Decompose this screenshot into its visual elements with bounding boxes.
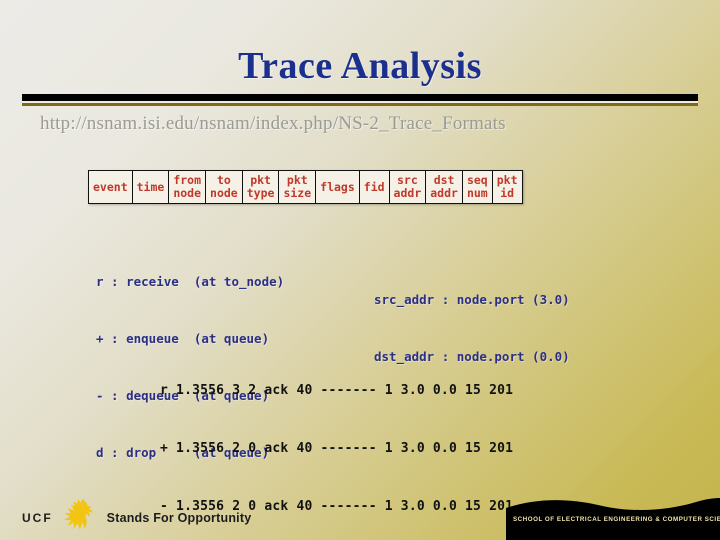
cell-line-2: type (246, 186, 275, 200)
cell-line-2: addr (430, 186, 458, 200)
table-cell-dst-addr: dst addr (425, 170, 463, 204)
cell-line-2: addr (393, 186, 422, 200)
eecs-label: SCHOOL OF ELECTRICAL ENGINEERING & COMPU… (513, 516, 720, 523)
source-url[interactable]: http://nsnam.isi.edu/nsnam/index.php/NS-… (40, 113, 680, 135)
trace-format-table: event time from node to node pkt type pkt si… (88, 170, 523, 204)
legend-row-src-addr: src_addr : node.port (3.0) (374, 292, 570, 307)
cell-line-1: fid (363, 179, 385, 194)
table-cell-fid: fid (358, 170, 390, 204)
table-cell-to-node: to node (205, 170, 243, 204)
title-divider (22, 94, 698, 106)
table-cell-seq-num: seq num (461, 170, 493, 204)
legend-row-receive: r : receive (at to_node) (96, 274, 285, 289)
ucf-tagline: Stands For Opportunity (106, 511, 252, 525)
table-cell-flags: flags (315, 170, 360, 204)
divider-black-bar (22, 94, 698, 101)
page-title: Trace Analysis (238, 45, 482, 87)
cell-line-1: to (216, 173, 231, 187)
table-cell-src-addr: src addr (388, 170, 427, 204)
cell-line-1: pkt (250, 173, 271, 187)
title-area: Trace Analysis (0, 44, 720, 88)
cell-line-1: from (173, 173, 202, 187)
table-cell-time: time (131, 170, 170, 204)
cell-line-2: node (210, 186, 238, 200)
cell-line-2: node (173, 186, 202, 200)
trace-line: r 1.3556 3 2 ack 40 ------- 1 3.0 0.0 15… (160, 383, 514, 399)
cell-line-1: event (93, 179, 128, 194)
trace-line: + 1.3556 2 0 ack 40 ------- 1 3.0 0.0 15… (160, 441, 514, 457)
slide-canvas: Trace Analysis http://nsnam.isi.edu/nsna… (0, 0, 720, 540)
cell-line-2: num (466, 186, 488, 200)
cell-line-1: time (136, 179, 165, 194)
table-cell-pkt-id: pkt id (491, 170, 523, 204)
table-cell-pkt-size: pkt size (278, 170, 317, 204)
table-cell-from-node: from node (168, 170, 207, 204)
cell-line-2: id (500, 186, 515, 200)
cell-line-1: pkt (496, 173, 518, 187)
cell-line-1: flags (320, 179, 355, 194)
ucf-wordmark: UCF (22, 511, 53, 525)
table-cell-pkt-type: pkt type (241, 170, 280, 204)
divider-gold-bar (22, 103, 698, 106)
ucf-footer: UCF Stands For Opportunity (22, 499, 252, 533)
cell-line-1: seq (466, 173, 488, 187)
table-cell-event: event (88, 170, 133, 204)
cell-line-1: src (397, 173, 418, 187)
cell-line-2: size (283, 186, 312, 200)
table-row: event time from node to node pkt type pkt si… (88, 170, 523, 204)
pegasus-logo-icon (64, 499, 93, 530)
cell-line-1: dst (433, 173, 455, 187)
cell-line-1: pkt (286, 173, 308, 187)
